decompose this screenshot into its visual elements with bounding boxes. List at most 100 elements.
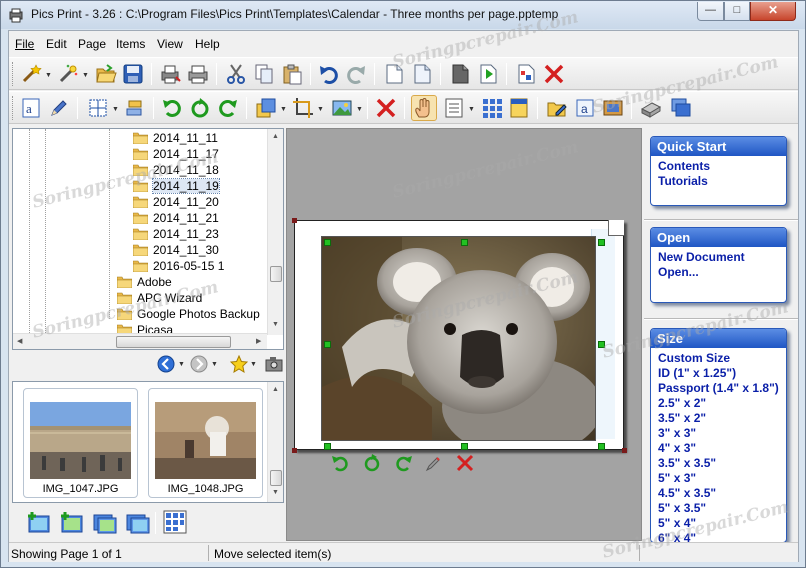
size-option-link[interactable]: 2.5" x 2" [651, 396, 786, 411]
page-canvas[interactable] [286, 128, 642, 541]
chevron-down-icon[interactable]: ▼ [356, 106, 363, 113]
size-option-link[interactable]: ID (1" x 1.25") [651, 366, 786, 381]
magic-wand-button[interactable] [18, 61, 44, 87]
thumbnails-grid-button[interactable] [479, 95, 505, 121]
copy-button[interactable] [251, 61, 277, 87]
resize-handle[interactable] [598, 443, 605, 450]
save-button[interactable] [120, 61, 146, 87]
auto-fix-button[interactable] [55, 61, 81, 87]
koala-photo[interactable] [321, 236, 596, 441]
tree-item[interactable]: 2014_11_23 [13, 226, 269, 242]
size-option-link[interactable]: 3.5" x 2" [651, 411, 786, 426]
thumbnail-view-icon[interactable] [162, 509, 188, 535]
page-handle[interactable] [292, 448, 297, 453]
scroll-thumb[interactable] [270, 266, 282, 282]
chevron-down-icon[interactable]: ▼ [211, 361, 218, 368]
new-page-button[interactable] [381, 61, 407, 87]
camera-icon[interactable] [265, 355, 283, 373]
resize-handle[interactable] [461, 443, 468, 450]
tree-item[interactable]: 2014_11_17 [13, 146, 269, 162]
chevron-down-icon[interactable]: ▼ [250, 361, 257, 368]
delete-page-button[interactable] [541, 61, 567, 87]
chevron-down-icon[interactable]: ▼ [317, 106, 324, 113]
redo-button[interactable] [343, 61, 369, 87]
menu-edit[interactable]: Edit [46, 37, 67, 51]
previous-page-button[interactable] [447, 61, 473, 87]
crop-button[interactable] [290, 95, 316, 121]
tree-item[interactable]: ▷Google Photos Backup [13, 306, 269, 322]
tree-item[interactable]: 2014_11_18 [13, 162, 269, 178]
new-document-link[interactable]: New Document [651, 250, 786, 265]
folder-tree[interactable]: 2014_11_11 2014_11_17 2014_11_18 2014_11_19… [12, 128, 284, 350]
size-option-link[interactable]: 3.5" x 3.5" [651, 456, 786, 471]
undo-button[interactable] [316, 61, 342, 87]
tree-item[interactable]: 2016-05-15 1 [13, 258, 269, 274]
tree-item[interactable]: ▷Adobe [13, 274, 269, 290]
rotate-icon[interactable] [362, 453, 382, 473]
open-button[interactable] [93, 61, 119, 87]
size-option-link[interactable]: Custom Size [651, 351, 786, 366]
windows-button[interactable] [668, 95, 694, 121]
scroll-up-icon[interactable]: ▲ [272, 133, 279, 140]
tree-item[interactable]: 2014_11_19 [13, 178, 269, 194]
forward-icon[interactable] [190, 355, 208, 373]
picture-button[interactable] [329, 95, 355, 121]
scroll-down-icon[interactable]: ▼ [272, 489, 279, 496]
menu-view[interactable]: View [157, 37, 183, 51]
scroll-up-icon[interactable]: ▲ [272, 386, 279, 393]
resize-handle[interactable] [598, 341, 605, 348]
chevron-down-icon[interactable]: ▼ [178, 361, 185, 368]
rotate-left-button[interactable] [159, 95, 185, 121]
edit-folder-button[interactable] [544, 95, 570, 121]
grid-button[interactable] [85, 95, 111, 121]
menu-items[interactable]: Items [116, 37, 145, 51]
scanner-button[interactable] [638, 95, 664, 121]
tree-item[interactable]: 2014_11_11 [13, 130, 269, 146]
resize-handle[interactable] [461, 239, 468, 246]
scroll-right-icon[interactable]: ▶ [256, 337, 261, 345]
favorites-star-icon[interactable] [230, 355, 248, 373]
page-handle[interactable] [292, 218, 297, 223]
bring-front-button[interactable] [253, 95, 279, 121]
tree-item[interactable]: 2014_11_21 [13, 210, 269, 226]
add-all-images-icon[interactable] [59, 509, 85, 535]
layout-button[interactable] [441, 95, 467, 121]
size-option-link[interactable]: 3" x 3" [651, 426, 786, 441]
add-folder-images-icon[interactable] [92, 509, 118, 535]
add-image-icon[interactable] [26, 509, 52, 535]
thumbnail-browser[interactable]: IMG_1047.JPG IMG_1048.JPG ▲ ▼ [12, 381, 284, 503]
menu-help[interactable]: Help [195, 37, 220, 51]
resize-handle[interactable] [324, 239, 331, 246]
size-option-link[interactable]: 4.5" x 3.5" [651, 486, 786, 501]
contents-link[interactable]: Contents [651, 159, 786, 174]
page-handle[interactable] [622, 448, 627, 453]
scroll-down-icon[interactable]: ▼ [272, 321, 279, 328]
rotate-left-icon[interactable] [331, 453, 351, 473]
align-button[interactable] [122, 95, 148, 121]
thumbnail-card[interactable]: IMG_1047.JPG [23, 388, 138, 498]
print-setup-button[interactable] [158, 61, 184, 87]
size-option-link[interactable]: 5" x 4" [651, 516, 786, 531]
cut-button[interactable] [223, 61, 249, 87]
text-box-button[interactable]: a [572, 95, 598, 121]
next-page-button[interactable] [475, 61, 501, 87]
note-button[interactable] [506, 95, 532, 121]
tutorials-link[interactable]: Tutorials [651, 174, 786, 189]
print-page[interactable] [292, 218, 627, 453]
delete-item-button[interactable] [373, 95, 399, 121]
menu-file[interactable]: File [15, 37, 34, 51]
close-button[interactable]: ✕ [750, 2, 796, 21]
rotate-right-button[interactable] [215, 95, 241, 121]
hand-tool-button[interactable] [411, 95, 437, 121]
back-icon[interactable] [157, 355, 175, 373]
delete-item-icon[interactable] [455, 453, 475, 473]
title-bar[interactable]: Pics Print - 3.26 : C:\Program Files\Pic… [1, 1, 805, 29]
thumbnail-scrollbar[interactable]: ▲ ▼ [267, 382, 283, 502]
frame-button[interactable] [600, 95, 626, 121]
print-button[interactable] [185, 61, 211, 87]
thumbnail-card[interactable]: IMG_1048.JPG [148, 388, 263, 498]
tree-item[interactable]: 2014_11_30 [13, 242, 269, 258]
add-text-button[interactable]: a [18, 95, 44, 121]
open-link[interactable]: Open... [651, 265, 786, 280]
scroll-thumb[interactable] [116, 336, 231, 348]
